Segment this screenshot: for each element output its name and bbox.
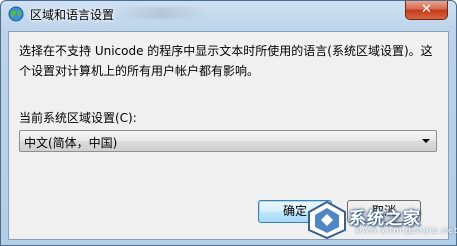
locale-dropdown[interactable]: 中文(简体，中国) (19, 130, 437, 152)
title-blur-region (116, 7, 206, 19)
locale-dropdown-value: 中文(简体，中国) (24, 136, 118, 150)
locale-label: 当前系统区域设置(C): (19, 111, 137, 125)
dialog-body: 选择在不支持 Unicode 的程序中显示文本时所使用的语言(系统区域设置)。这… (8, 31, 449, 240)
chevron-down-icon (422, 139, 430, 143)
title-bar[interactable]: 区域和语言设置 ✕ (1, 1, 456, 27)
dialog-window: 区域和语言设置 ✕ 选择在不支持 Unicode 的程序中显示文本时所使用的语言… (0, 0, 457, 246)
close-icon: ✕ (421, 2, 432, 17)
ok-button[interactable]: 确定 (258, 200, 332, 223)
window-title: 区域和语言设置 (30, 8, 115, 22)
cancel-button[interactable]: 取消 (347, 200, 421, 223)
close-button[interactable]: ✕ (405, 1, 448, 20)
globe-icon (8, 6, 24, 22)
description-text: 选择在不支持 Unicode 的程序中显示文本时所使用的语言(系统区域设置)。这… (19, 44, 433, 78)
